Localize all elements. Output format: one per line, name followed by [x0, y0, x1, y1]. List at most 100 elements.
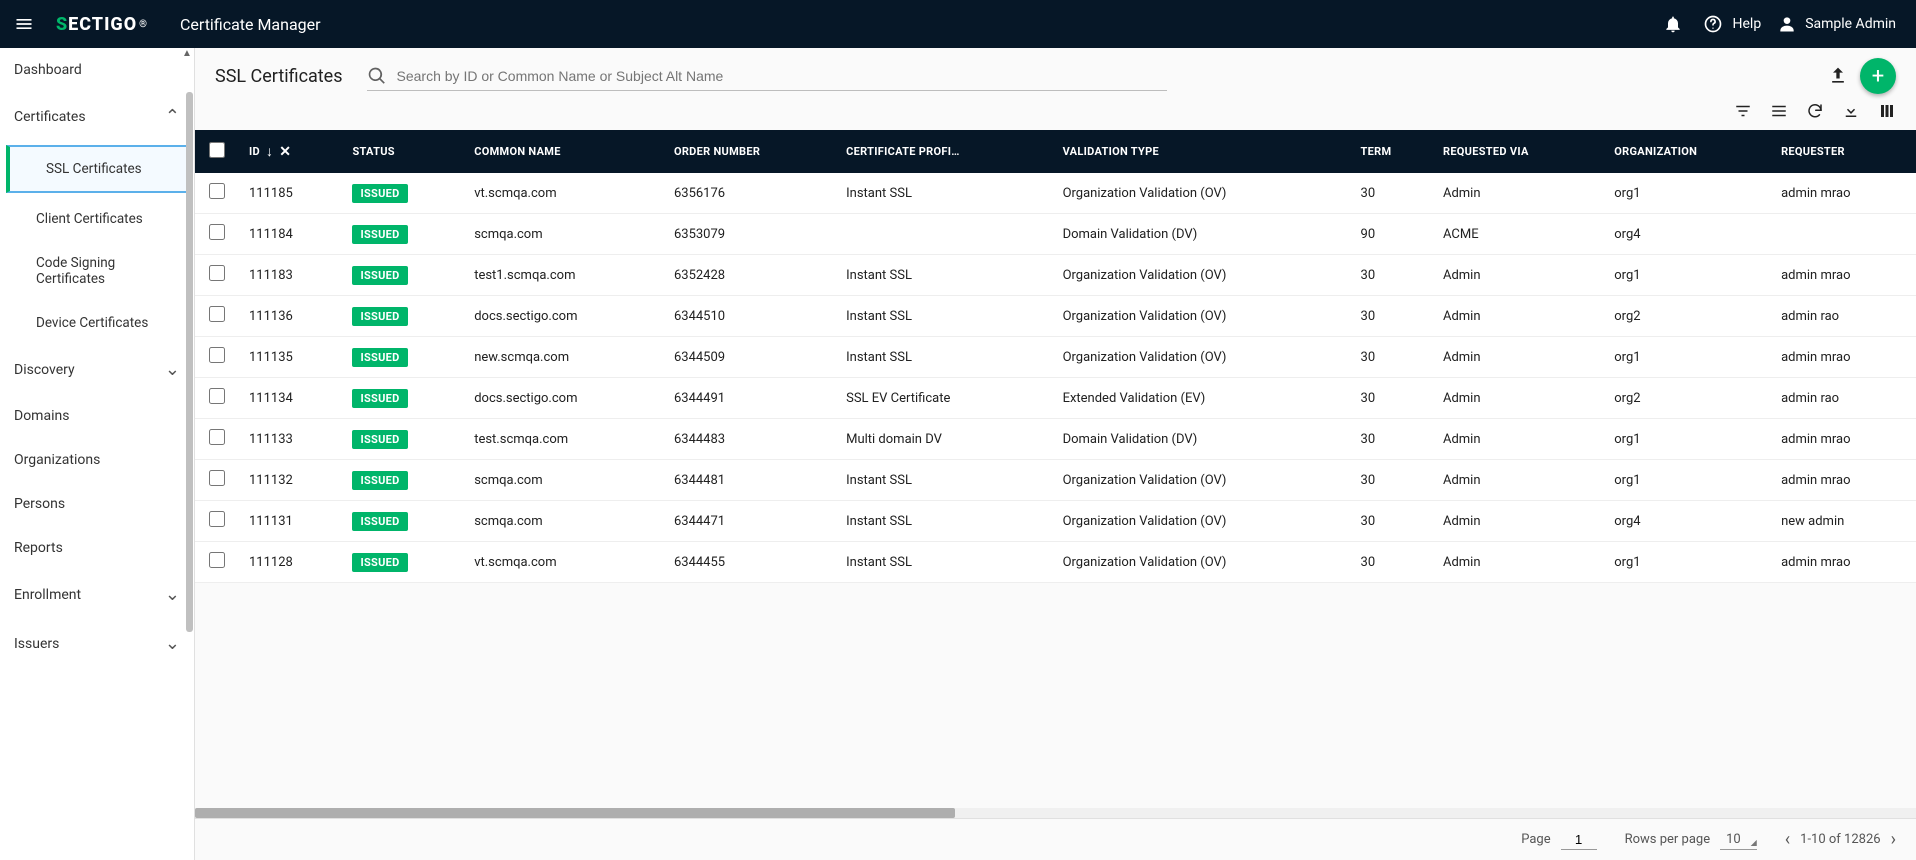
sidebar-item-device-certificates[interactable]: Device Certificates	[0, 301, 194, 345]
prev-page-button[interactable]: ‹	[1785, 829, 1790, 850]
cell-order: 6356176	[664, 173, 836, 214]
table-row[interactable]: 111128ISSUEDvt.scmqa.com6344455Instant S…	[195, 542, 1916, 583]
row-checkbox[interactable]	[209, 470, 225, 486]
row-checkbox[interactable]	[209, 265, 225, 281]
chevron-down-icon: ⌄	[165, 359, 180, 380]
col-cert-profile[interactable]: CERTIFICATE PROFI…	[836, 130, 1052, 173]
cell-validation: Extended Validation (EV)	[1053, 378, 1351, 419]
cell-org: org1	[1604, 337, 1771, 378]
status-badge: ISSUED	[352, 348, 407, 367]
sidebar-item-persons[interactable]: Persons	[0, 482, 194, 526]
row-checkbox[interactable]	[209, 183, 225, 199]
col-id[interactable]: ID ↓ ✕	[239, 130, 342, 173]
sidebar-item-reports[interactable]: Reports	[0, 526, 194, 570]
table-row[interactable]: 111185ISSUEDvt.scmqa.com6356176Instant S…	[195, 173, 1916, 214]
col-requester[interactable]: REQUESTER	[1771, 130, 1916, 173]
table-row[interactable]: 111131ISSUEDscmqa.com6344471Instant SSLO…	[195, 501, 1916, 542]
brand-logo: SECTIGO®	[56, 14, 148, 35]
row-checkbox[interactable]	[209, 388, 225, 404]
cell-id: 111128	[239, 542, 342, 583]
refresh-button[interactable]	[1806, 102, 1824, 120]
cell-via: Admin	[1433, 378, 1604, 419]
col-requested-via[interactable]: REQUESTED VIA	[1433, 130, 1604, 173]
sidebar-item-enrollment[interactable]: Enrollment⌄	[0, 570, 194, 619]
col-validation-type[interactable]: VALIDATION TYPE	[1053, 130, 1351, 173]
table-row[interactable]: 111136ISSUEDdocs.sectigo.com6344510Insta…	[195, 296, 1916, 337]
list-view-button[interactable]	[1770, 102, 1788, 120]
table-container: ID ↓ ✕ STATUS COMMON NAME ORDER NUMBER C…	[195, 130, 1916, 806]
cell-profile: Instant SSL	[836, 542, 1052, 583]
sidebar-scroll-up[interactable]: ▲	[180, 48, 194, 62]
sidebar-item-discovery[interactable]: Discovery⌄	[0, 345, 194, 394]
table-row[interactable]: 111133ISSUEDtest.scmqa.com6344483Multi d…	[195, 419, 1916, 460]
sort-desc-icon: ↓	[266, 143, 273, 160]
table-row[interactable]: 111132ISSUEDscmqa.com6344481Instant SSLO…	[195, 460, 1916, 501]
help-button[interactable]	[1693, 4, 1733, 44]
cell-profile: SSL EV Certificate	[836, 378, 1052, 419]
chevron-down-icon: ⌄	[165, 633, 180, 654]
table-row[interactable]: 111183ISSUEDtest1.scmqa.com6352428Instan…	[195, 255, 1916, 296]
status-badge: ISSUED	[352, 512, 407, 531]
col-organization[interactable]: ORGANIZATION	[1604, 130, 1771, 173]
help-label[interactable]: Help	[1733, 16, 1762, 32]
cell-org: org4	[1604, 214, 1771, 255]
table-row[interactable]: 111184ISSUEDscmqa.com6353079Domain Valid…	[195, 214, 1916, 255]
sidebar-item-dashboard[interactable]: Dashboard	[0, 48, 194, 92]
col-order-number[interactable]: ORDER NUMBER	[664, 130, 836, 173]
add-button[interactable]: +	[1860, 58, 1896, 94]
download-button[interactable]	[1842, 102, 1860, 120]
row-checkbox[interactable]	[209, 429, 225, 445]
search-input[interactable]	[397, 68, 1167, 84]
sidebar-item-issuers[interactable]: Issuers⌄	[0, 619, 194, 668]
row-checkbox[interactable]	[209, 552, 225, 568]
row-checkbox[interactable]	[209, 347, 225, 363]
sidebar-item-code-signing-certificates[interactable]: Code Signing Certificates	[0, 241, 194, 301]
cell-common-name: docs.sectigo.com	[464, 378, 664, 419]
cell-validation: Organization Validation (OV)	[1053, 173, 1351, 214]
filter-button[interactable]	[1734, 102, 1752, 120]
row-checkbox[interactable]	[209, 306, 225, 322]
rows-per-page-select[interactable]: 10	[1720, 830, 1757, 850]
sidebar-item-certificates[interactable]: Certificates⌃	[0, 92, 194, 141]
clear-sort-icon[interactable]: ✕	[279, 144, 291, 160]
columns-button[interactable]	[1878, 102, 1896, 120]
cell-term: 30	[1351, 296, 1433, 337]
row-checkbox[interactable]	[209, 511, 225, 527]
cell-requester: admin mrao	[1771, 173, 1916, 214]
cell-term: 30	[1351, 501, 1433, 542]
hamburger-menu-button[interactable]	[0, 0, 48, 48]
horizontal-scrollbar[interactable]	[195, 808, 1916, 818]
cell-common-name: scmqa.com	[464, 501, 664, 542]
sidebar-item-organizations[interactable]: Organizations	[0, 438, 194, 482]
upload-button[interactable]	[1828, 66, 1848, 86]
col-common-name[interactable]: COMMON NAME	[464, 130, 664, 173]
col-term[interactable]: TERM	[1351, 130, 1433, 173]
next-page-button[interactable]: ›	[1891, 829, 1896, 850]
cell-status: ISSUED	[342, 214, 464, 255]
notifications-button[interactable]	[1653, 4, 1693, 44]
table-header: ID ↓ ✕ STATUS COMMON NAME ORDER NUMBER C…	[195, 130, 1916, 173]
row-checkbox[interactable]	[209, 224, 225, 240]
scrollbar-thumb[interactable]	[195, 808, 955, 818]
page-input[interactable]	[1561, 830, 1597, 850]
page-title: SSL Certificates	[215, 66, 343, 87]
sidebar-item-client-certificates[interactable]: Client Certificates	[0, 197, 194, 241]
columns-icon	[1878, 102, 1896, 120]
sidebar-item-domains[interactable]: Domains	[0, 394, 194, 438]
select-all-checkbox[interactable]	[209, 142, 225, 158]
cell-org: org2	[1604, 378, 1771, 419]
user-menu[interactable]: Sample Admin	[1777, 14, 1896, 34]
col-status[interactable]: STATUS	[342, 130, 464, 173]
cell-profile: Instant SSL	[836, 337, 1052, 378]
sidebar-scrollbar[interactable]	[186, 92, 193, 632]
cell-term: 30	[1351, 419, 1433, 460]
cell-common-name: test.scmqa.com	[464, 419, 664, 460]
table-row[interactable]: 111135ISSUEDnew.scmqa.com6344509Instant …	[195, 337, 1916, 378]
sidebar-item-ssl-certificates[interactable]: SSL Certificates	[6, 145, 188, 193]
cell-id: 111184	[239, 214, 342, 255]
table-row[interactable]: 111134ISSUEDdocs.sectigo.com6344491SSL E…	[195, 378, 1916, 419]
cell-profile: Instant SSL	[836, 460, 1052, 501]
search-field[interactable]	[367, 62, 1167, 91]
cell-id: 111132	[239, 460, 342, 501]
chevron-down-icon: ⌄	[165, 584, 180, 605]
